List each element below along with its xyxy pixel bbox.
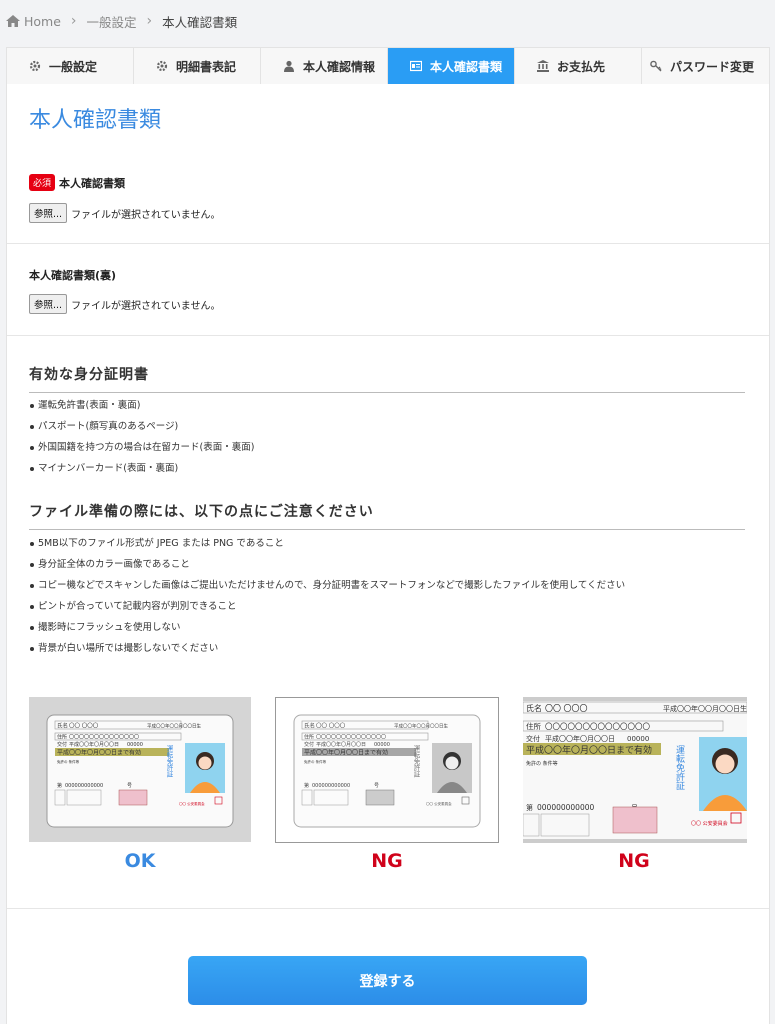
svg-text:第: 第 — [526, 803, 533, 812]
svg-text:交付: 交付 — [57, 741, 67, 748]
svg-text:住所: 住所 — [304, 734, 314, 741]
id-card-icon — [410, 60, 422, 72]
svg-text:〇〇 〇〇〇: 〇〇 〇〇〇 — [69, 723, 99, 730]
sample-ng-cropped-image: 氏名 〇〇 〇〇〇 平成〇〇年〇〇月〇〇日生 住所 〇〇〇〇〇〇〇〇〇〇〇〇〇〇… — [523, 697, 747, 843]
tab-bar: 一般設定 明細書表記 本人確認情報 本人確認書類 お支払先 パスワード変更 — [7, 48, 769, 84]
back-upload-label: 本人確認書類(裏) — [29, 269, 117, 282]
list-item: コピー機などでスキャンした画像はご提出いただけませんので、身分証明書をスマートフ… — [29, 575, 625, 596]
tab-payment[interactable]: お支払先 — [515, 48, 642, 84]
list-item: 外国国籍を持つ方の場合は在留カード(表面・裏面) — [29, 437, 254, 458]
svg-text:第: 第 — [57, 782, 62, 789]
notes-heading: ファイル準備の際には、以下の点にご注意ください — [29, 501, 745, 530]
file-status-front: ファイルが選択されていません。 — [71, 209, 221, 221]
register-button[interactable]: 登録する — [188, 956, 587, 1005]
svg-text:第: 第 — [304, 782, 309, 789]
svg-text:交付: 交付 — [526, 734, 540, 743]
list-item: 5MB以下のファイル形式が JPEG または PNG であること — [29, 533, 625, 554]
key-icon — [650, 60, 662, 72]
gear-icon — [29, 60, 41, 72]
valid-ids-list: 運転免許書(表面・裏面) パスポート(顔写真のあるページ) 外国国籍を持つ方の場… — [29, 395, 254, 479]
breadcrumb-parent[interactable]: 一般設定 — [87, 12, 137, 31]
sample-ng-label: NG — [371, 850, 403, 872]
svg-text:〇〇〇〇〇〇〇〇〇〇〇〇〇〇: 〇〇〇〇〇〇〇〇〇〇〇〇〇〇 — [545, 722, 650, 731]
browse-button-back[interactable]: 参照... — [29, 294, 68, 314]
svg-text:〇〇 〇〇〇: 〇〇 〇〇〇 — [316, 723, 346, 730]
svg-text:住所: 住所 — [526, 721, 541, 731]
svg-text:氏名: 氏名 — [526, 703, 542, 713]
breadcrumb: Home › 一般設定 › 本人確認書類 — [6, 12, 237, 30]
svg-text:〇〇 〇〇〇: 〇〇 〇〇〇 — [545, 704, 588, 713]
tab-identity-info[interactable]: 本人確認情報 — [261, 48, 388, 84]
front-upload-label: 必須 本人確認書類 — [29, 174, 125, 191]
svg-text:住所: 住所 — [57, 734, 67, 741]
sample-ok-image: 氏名 〇〇 〇〇〇 平成〇〇年〇〇月〇〇日生 住所 〇〇〇〇〇〇〇〇〇〇〇〇〇〇… — [29, 697, 251, 842]
divider — [7, 243, 769, 244]
home-icon — [6, 15, 20, 27]
svg-text:運転免許証: 運転免許証 — [165, 744, 173, 779]
svg-text:平成〇〇年〇月〇〇日まで有効: 平成〇〇年〇月〇〇日まで有効 — [304, 749, 388, 757]
sample-ok-label: OK — [124, 850, 156, 872]
svg-text:平成〇〇年〇月〇〇日: 平成〇〇年〇月〇〇日 — [316, 741, 366, 748]
sample-ng-label: NG — [618, 850, 650, 872]
list-item: 運転免許書(表面・裏面) — [29, 395, 254, 416]
svg-text:平成〇〇年〇〇月〇〇日生: 平成〇〇年〇〇月〇〇日生 — [394, 723, 448, 730]
svg-text:号: 号 — [127, 783, 132, 789]
divider — [7, 335, 769, 336]
svg-text:平成〇〇年〇月〇〇日まで有効: 平成〇〇年〇月〇〇日まで有効 — [526, 744, 652, 756]
svg-text:号: 号 — [374, 783, 379, 789]
svg-text:00000: 00000 — [374, 742, 390, 748]
svg-text:氏名: 氏名 — [57, 722, 68, 730]
list-item: 撮影時にフラッシュを使用しない — [29, 617, 625, 638]
front-file-input: 参照... ファイルが選択されていません。 — [29, 203, 220, 223]
svg-text:〇〇〇〇〇〇〇〇〇〇〇〇〇〇: 〇〇〇〇〇〇〇〇〇〇〇〇〇〇 — [69, 735, 139, 741]
tab-statement[interactable]: 明細書表記 — [134, 48, 261, 84]
back-file-input: 参照... ファイルが選択されていません。 — [29, 294, 220, 314]
list-item: 身分証全体のカラー画像であること — [29, 554, 625, 575]
tab-password[interactable]: パスワード変更 — [642, 48, 769, 84]
list-item: マイナンバーカード(表面・裏面) — [29, 458, 254, 479]
notes-list: 5MB以下のファイル形式が JPEG または PNG であること 身分証全体のカ… — [29, 533, 625, 659]
svg-text:〇〇 公安委員会: 〇〇 公安委員会 — [179, 801, 205, 806]
svg-text:000000000000: 000000000000 — [537, 803, 594, 812]
svg-text:000000000000: 000000000000 — [65, 783, 103, 789]
bank-icon — [537, 60, 549, 72]
svg-text:免許の 条件等: 免許の 条件等 — [57, 759, 80, 764]
svg-text:〇〇 公安委員会: 〇〇 公安委員会 — [426, 801, 452, 806]
browse-button-front[interactable]: 参照... — [29, 203, 68, 223]
svg-text:00000: 00000 — [627, 735, 649, 743]
svg-text:交付: 交付 — [304, 741, 314, 748]
svg-text:平成〇〇年〇〇月〇〇日生: 平成〇〇年〇〇月〇〇日生 — [147, 723, 201, 730]
valid-ids-heading: 有効な身分証明書 — [29, 364, 745, 393]
divider — [7, 908, 769, 909]
svg-text:運転免許証: 運転免許証 — [674, 745, 685, 791]
svg-text:00000: 00000 — [127, 742, 143, 748]
list-item: パスポート(顔写真のあるページ) — [29, 416, 254, 437]
breadcrumb-home[interactable]: Home — [24, 14, 61, 29]
user-icon — [284, 60, 294, 72]
chevron-right-icon: › — [70, 13, 77, 29]
file-status-back: ファイルが選択されていません。 — [71, 300, 221, 312]
gear-icon — [156, 60, 168, 72]
required-badge: 必須 — [29, 174, 56, 191]
svg-text:000000000000: 000000000000 — [312, 783, 350, 789]
list-item: ピントが合っていて記載内容が判別できること — [29, 596, 625, 617]
settings-panel: 一般設定 明細書表記 本人確認情報 本人確認書類 お支払先 パスワード変更 本人… — [6, 47, 770, 1024]
svg-text:〇〇 公安委員会: 〇〇 公安委員会 — [691, 820, 728, 827]
svg-text:免許の 条件等: 免許の 条件等 — [526, 760, 558, 767]
sample-ng-white-background-image: 氏名 〇〇 〇〇〇 平成〇〇年〇〇月〇〇日生 住所 〇〇〇〇〇〇〇〇〇〇〇〇〇〇… — [275, 697, 499, 843]
breadcrumb-current: 本人確認書類 — [162, 14, 238, 30]
svg-text:〇〇〇〇〇〇〇〇〇〇〇〇〇〇: 〇〇〇〇〇〇〇〇〇〇〇〇〇〇 — [316, 735, 386, 741]
svg-text:平成〇〇年〇月〇〇日: 平成〇〇年〇月〇〇日 — [545, 734, 615, 743]
svg-text:平成〇〇年〇月〇〇日: 平成〇〇年〇月〇〇日 — [69, 741, 119, 748]
page-title: 本人確認書類 — [29, 108, 162, 133]
svg-text:平成〇〇年〇月〇〇日まで有効: 平成〇〇年〇月〇〇日まで有効 — [57, 749, 141, 757]
svg-text:運転免許証: 運転免許証 — [412, 744, 420, 779]
svg-text:氏名: 氏名 — [304, 722, 315, 730]
svg-text:免許の 条件等: 免許の 条件等 — [304, 759, 327, 764]
tab-identity-documents[interactable]: 本人確認書類 — [388, 48, 515, 84]
chevron-right-icon: › — [146, 13, 153, 29]
list-item: 背景が白い場所では撮影しないでください — [29, 638, 625, 659]
svg-text:平成〇〇年〇〇月〇〇日生: 平成〇〇年〇〇月〇〇日生 — [663, 704, 747, 713]
tab-general[interactable]: 一般設定 — [7, 48, 134, 84]
